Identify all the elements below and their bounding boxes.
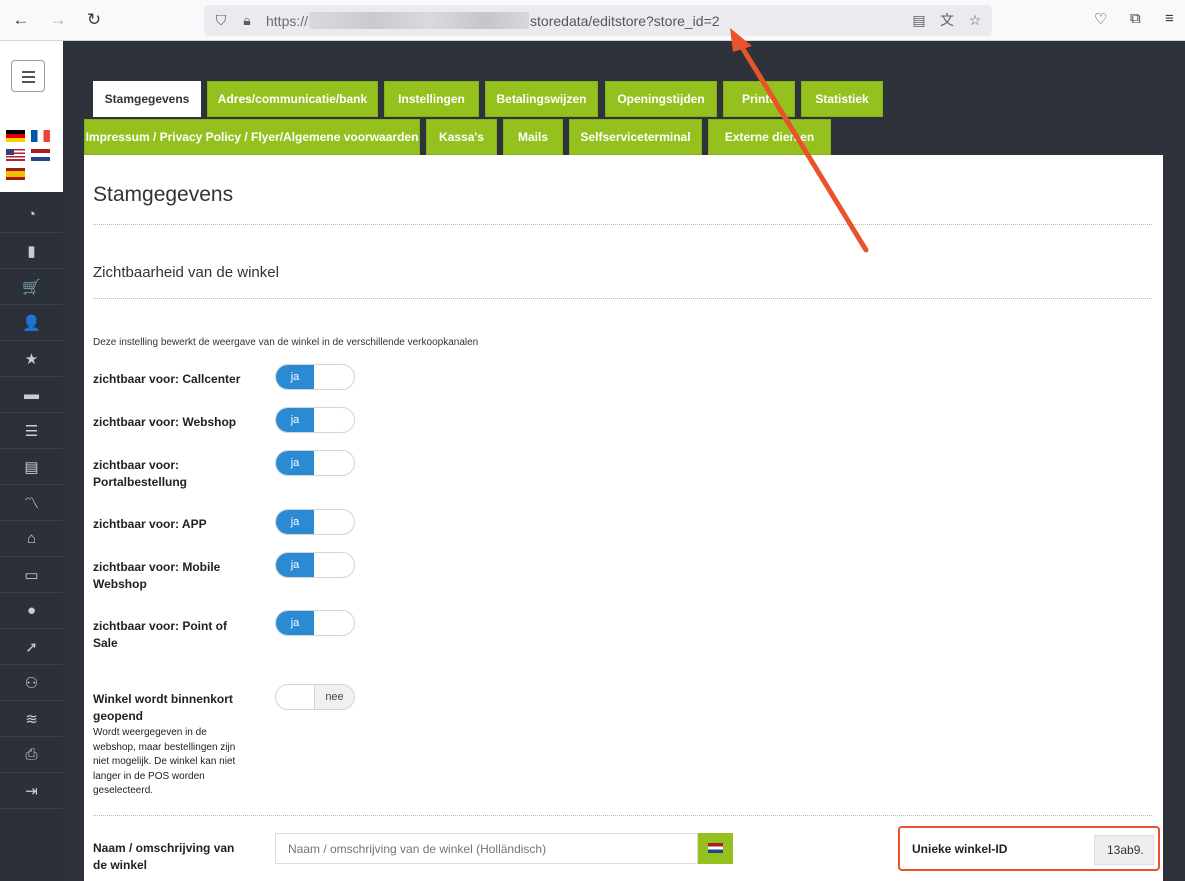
monitor-icon[interactable]: ▭: [0, 557, 63, 593]
menu-icon[interactable]: ≡: [1165, 10, 1174, 27]
database-icon[interactable]: ≋: [0, 701, 63, 737]
tab-openingstijden[interactable]: Openingstijden: [605, 81, 717, 117]
unique-id-label: Unieke winkel-ID: [912, 842, 1008, 856]
print-icon[interactable]: ⎙: [0, 737, 63, 773]
dashboard-icon[interactable]: ◔: [0, 197, 63, 233]
flag-de-icon[interactable]: [6, 130, 25, 142]
setting-label-app: zichtbaar voor: APP: [93, 517, 207, 531]
divider: [93, 224, 1152, 225]
tab-betalingswijzen[interactable]: Betalingswijzen: [485, 81, 598, 117]
list-icon[interactable]: ☰: [0, 413, 63, 449]
unique-id-highlight: Unieke winkel-ID 13ab9.: [898, 826, 1160, 871]
setting-label-mobile-webshop: zichtbaar voor: Mobile Webshop: [93, 560, 221, 591]
toggle-point-of-sale[interactable]: ja: [275, 610, 355, 636]
flag-es-icon[interactable]: [6, 168, 25, 180]
logout-icon[interactable]: ⇥: [0, 773, 63, 809]
url-text[interactable]: https://storedata/editstore?store_id=2: [266, 12, 720, 29]
browser-toolbar: ← → ↻ ⛉ 🔒︎ https://storedata/editstore?s…: [0, 0, 1185, 41]
home-icon[interactable]: ⌂: [0, 521, 63, 557]
tab-externe-diensten[interactable]: Externe dien en: [708, 119, 831, 155]
divider: [93, 815, 1152, 816]
user-icon[interactable]: ●: [0, 593, 63, 629]
toggle-state: ja: [276, 611, 314, 635]
book-icon[interactable]: ▤: [0, 449, 63, 485]
forward-arrow-icon[interactable]: →: [48, 10, 68, 30]
section-title: Zichtbaarheid van de winkel: [93, 264, 279, 281]
language-select-button[interactable]: [698, 833, 733, 864]
toggle-opening-soon[interactable]: nee: [275, 684, 355, 710]
pocket-icon[interactable]: ♡: [1094, 10, 1107, 28]
page-title: Stamgegevens: [93, 183, 234, 206]
setting-label-point-of-sale: zichtbaar voor: Point of Sale: [93, 619, 228, 650]
tab-statistiek[interactable]: Statistiek: [801, 81, 883, 117]
shield-icon[interactable]: ⛉: [212, 11, 230, 29]
bar-chart-icon[interactable]: ▮: [0, 233, 63, 269]
flag-nl-icon: [708, 843, 723, 853]
toggle-state: ja: [276, 510, 314, 534]
tab-stamgegevens[interactable]: Stamgegevens: [93, 81, 201, 117]
flag-fr-icon[interactable]: [31, 130, 50, 142]
tab-adres[interactable]: Adres/communicatie/bank: [207, 81, 378, 117]
toggle-webshop[interactable]: ja: [275, 407, 355, 433]
users-icon[interactable]: ⚇: [0, 665, 63, 701]
sidebar-header: [0, 41, 63, 126]
setting-label-opening-soon: Winkel wordt binnenkort geopend: [93, 692, 233, 723]
name-field-label: Naam / omschrijving van de winkel: [93, 841, 235, 872]
sidebar-nav: ◔ ▮ 🛒 👤 ★ ▬ ☰ ▤ 〽 ⌂ ▭ ● ➚ ⚇ ≋ ⎙ ⇥: [0, 197, 63, 809]
content-panel: Stamgegevens Zichtbaarheid van de winkel…: [84, 155, 1163, 881]
reload-icon[interactable]: ↻: [84, 10, 104, 30]
setting-label-callcenter: zichtbaar voor: Callcenter: [93, 372, 241, 386]
tab-selfserviceterminal[interactable]: Selfserviceterminal: [569, 119, 702, 155]
store-name-input[interactable]: [275, 833, 698, 864]
flag-us-icon[interactable]: [6, 149, 25, 161]
toggle-portalbestellung[interactable]: ja: [275, 450, 355, 476]
extensions-icon[interactable]: ⧉: [1130, 10, 1141, 27]
toggle-state: ja: [276, 451, 314, 475]
toggle-state: ja: [276, 365, 314, 389]
redacted-url-part: [309, 12, 530, 29]
rocket-icon[interactable]: ➚: [0, 629, 63, 665]
toggle-state: ja: [276, 408, 314, 432]
lock-icon[interactable]: 🔒︎: [238, 11, 256, 29]
toggle-app[interactable]: ja: [275, 509, 355, 535]
setting-note-opening-soon: Wordt weergegeven in de webshop, maar be…: [93, 727, 236, 796]
tab-printer[interactable]: Printe: [723, 81, 795, 117]
tab-impressum[interactable]: Impressum / Privacy Policy / Flyer/Algem…: [84, 119, 420, 155]
back-arrow-icon[interactable]: ←: [11, 10, 31, 30]
address-bar[interactable]: ⛉ 🔒︎ https://storedata/editstore?store_i…: [204, 5, 992, 36]
toggle-callcenter[interactable]: ja: [275, 364, 355, 390]
toggle-state: ja: [276, 553, 314, 577]
cart-icon[interactable]: 🛒: [0, 269, 63, 305]
setting-label-portalbestellung: zichtbaar voor: Portalbestellung: [93, 458, 188, 489]
setting-label-webshop: zichtbaar voor: Webshop: [93, 415, 237, 429]
setting-opening-soon: Winkel wordt binnenkort geopend Wordt we…: [93, 691, 241, 799]
tab-mails[interactable]: Mails: [503, 119, 563, 155]
tab-kassas[interactable]: Kassa's: [426, 119, 497, 155]
reader-view-icon[interactable]: ▤: [910, 11, 928, 29]
star-icon[interactable]: ☆: [966, 11, 984, 29]
star-icon[interactable]: ★: [0, 341, 63, 377]
unique-id-field[interactable]: 13ab9.: [1094, 835, 1154, 865]
tab-instellingen[interactable]: Instellingen: [384, 81, 479, 117]
archive-icon[interactable]: ▬: [0, 377, 63, 413]
hamburger-icon[interactable]: [11, 60, 45, 92]
translate-icon[interactable]: 文: [938, 11, 956, 29]
section-description: Deze instelling bewerkt de weergave van …: [93, 337, 479, 348]
trend-icon[interactable]: 〽: [0, 485, 63, 521]
user-plus-icon[interactable]: 👤: [0, 305, 63, 341]
flag-nl-icon[interactable]: [31, 149, 50, 161]
toggle-mobile-webshop[interactable]: ja: [275, 552, 355, 578]
toggle-state: nee: [314, 685, 354, 709]
language-flags: [0, 126, 63, 192]
divider: [93, 298, 1152, 299]
sidebar: ◔ ▮ 🛒 👤 ★ ▬ ☰ ▤ 〽 ⌂ ▭ ● ➚ ⚇ ≋ ⎙ ⇥: [0, 41, 63, 881]
